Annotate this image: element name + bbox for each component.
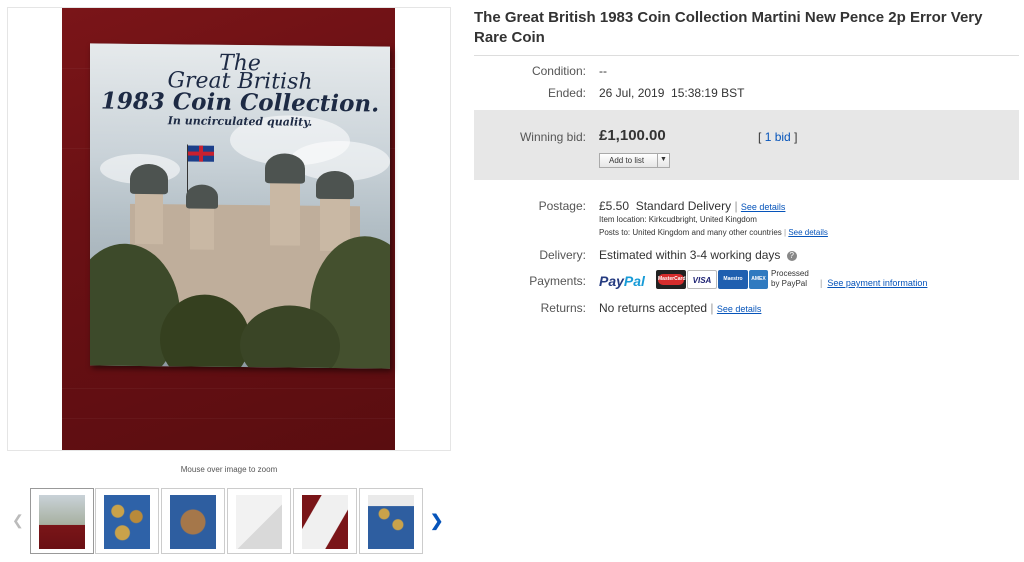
- bid-count: [ 1 bid ]: [758, 130, 797, 144]
- ended-label: Ended:: [547, 86, 586, 100]
- postage-label: Postage:: [538, 199, 586, 213]
- see-payment-information-link[interactable]: See payment information: [827, 278, 927, 288]
- amex-icon: AMEX: [749, 270, 768, 289]
- thumbnail-5[interactable]: [293, 488, 357, 554]
- paypal-pal: Pal: [623, 273, 645, 289]
- bracket-open: [: [758, 130, 762, 144]
- returns-label: Returns:: [540, 301, 586, 315]
- processed-line1: Processed: [771, 269, 809, 278]
- posts-to: Posts to: United Kingdom and many other …: [599, 228, 782, 237]
- thumbnail-4[interactable]: [227, 488, 291, 554]
- bracket-close: ]: [794, 130, 798, 144]
- mastercard-icon: MasterCard: [656, 270, 686, 289]
- payment-info-line: | See payment information: [820, 278, 928, 288]
- question-icon[interactable]: ?: [786, 250, 797, 261]
- returns-value: No returns accepted: [599, 301, 708, 315]
- thumbnail-6[interactable]: [359, 488, 423, 554]
- postage-price: £5.50: [599, 199, 630, 213]
- condition-value: --: [599, 64, 607, 78]
- ended-value: 26 Jul, 2019 15:38:19 BST: [599, 86, 745, 100]
- booklet-cover: The Great British 1983 Coin Collection. …: [90, 43, 390, 369]
- caret-down-icon[interactable]: ▼: [660, 156, 667, 163]
- postage-line: £5.50 Standard Delivery | See details: [599, 199, 786, 213]
- thumbnail-2[interactable]: [95, 488, 159, 554]
- thumbnail-3[interactable]: [161, 488, 225, 554]
- paypal-pay: Pay: [599, 273, 624, 289]
- returns-see-details-link[interactable]: See details: [717, 304, 762, 314]
- divider: [474, 55, 1019, 56]
- posts-to-line: Posts to: United Kingdom and many other …: [599, 228, 828, 237]
- payments-label: Payments:: [529, 274, 586, 288]
- returns-line: No returns accepted | See details: [599, 301, 762, 315]
- divider: [657, 154, 658, 167]
- winning-bid-amount: £1,100.00: [599, 127, 666, 144]
- delivery-line: Estimated within 3-4 working days ?: [599, 248, 797, 262]
- posts-to-see-details-link[interactable]: See details: [788, 228, 828, 237]
- visa-icon: VISA: [687, 270, 717, 289]
- chevron-left-icon[interactable]: ❮: [12, 512, 24, 529]
- processed-by-paypal: Processed by PayPal: [771, 269, 809, 289]
- zoom-hint: Mouse over image to zoom: [180, 465, 278, 474]
- bid-panel: [474, 110, 1019, 180]
- item-title: The Great British 1983 Coin Collection M…: [474, 9, 983, 46]
- bid-history-link[interactable]: 1 bid: [765, 130, 791, 144]
- add-to-list-label: Add to list: [609, 156, 645, 165]
- paypal-logo: PayPal: [599, 273, 645, 289]
- item-location: Item location: Kirkcudbright, United Kin…: [599, 215, 757, 224]
- postage-see-details-link[interactable]: See details: [741, 202, 786, 212]
- flag-icon: [188, 145, 214, 162]
- processed-line2: by PayPal: [771, 279, 808, 288]
- postage-method: Standard Delivery: [635, 199, 732, 213]
- delivery-value: Estimated within 3-4 working days: [599, 248, 781, 262]
- delivery-label: Delivery:: [539, 248, 586, 262]
- maestro-icon: Maestro: [718, 270, 748, 289]
- chevron-right-icon[interactable]: ❯: [430, 511, 443, 531]
- condition-label: Condition:: [531, 64, 586, 78]
- winning-bid-label: Winning bid:: [519, 130, 586, 144]
- thumbnail-1[interactable]: [30, 488, 94, 554]
- add-to-list-button[interactable]: Add to list ▼: [599, 153, 670, 168]
